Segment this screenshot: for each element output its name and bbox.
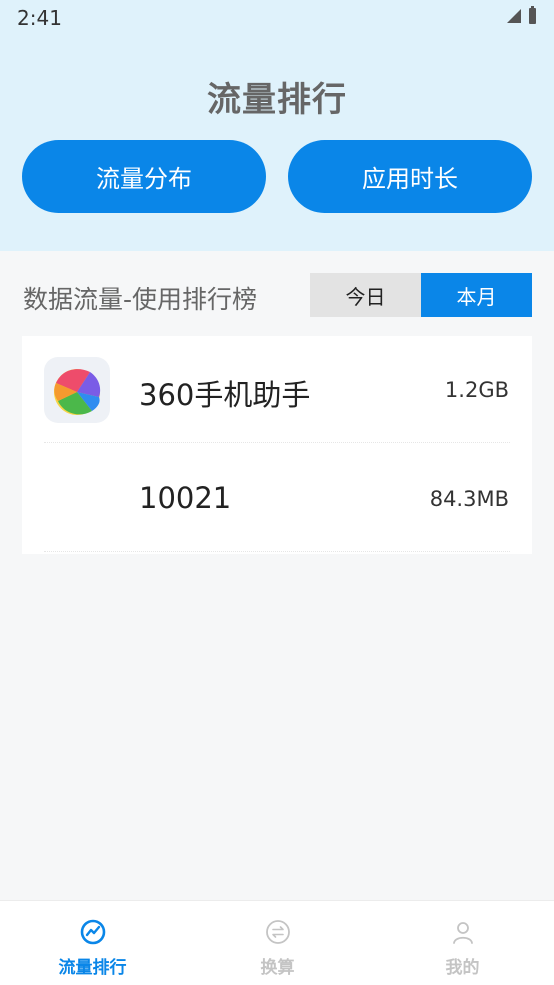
tab-traffic-ranking[interactable]: 流量排行: [0, 901, 185, 985]
battery-icon: [529, 6, 536, 24]
row-divider: [44, 550, 510, 552]
segment-month[interactable]: 本月: [421, 273, 532, 317]
ranking-list: 360手机助手 1.2GB 10021 84.3MB: [22, 336, 532, 554]
app-name: 10021: [139, 481, 232, 515]
status-time: 2:41: [17, 6, 62, 30]
app-usage: 84.3MB: [429, 487, 509, 511]
row-divider: [44, 441, 510, 443]
tab-label: 我的: [445, 958, 480, 978]
page-title: 流量排行: [207, 80, 347, 120]
tab-mine[interactable]: 我的: [370, 901, 554, 985]
traffic-distribution-button[interactable]: 流量分布: [22, 140, 266, 213]
bottom-tab-bar: 流量排行 换算 我的: [0, 900, 554, 985]
tab-label: 换算: [260, 958, 295, 978]
status-icons: [507, 6, 536, 24]
app-name: 360手机助手: [139, 378, 311, 412]
signal-icon: [507, 9, 521, 23]
tab-label: 流量排行: [58, 958, 127, 978]
traffic-chart-icon: [80, 919, 105, 945]
segment-today[interactable]: 今日: [310, 273, 421, 317]
section-title: 数据流量-使用排行榜: [23, 285, 258, 314]
period-segmented-control: 今日 本月: [310, 273, 532, 317]
profile-icon: [452, 922, 473, 944]
360-assistant-icon: [44, 357, 110, 423]
tab-convert[interactable]: 换算: [185, 901, 370, 985]
header-area: 2:41 流量排行 流量分布 应用时长: [0, 0, 554, 251]
convert-icon: [265, 920, 290, 944]
app-duration-button[interactable]: 应用时长: [288, 140, 532, 213]
list-item[interactable]: 10021 84.3MB: [22, 445, 532, 554]
list-item[interactable]: 360手机助手 1.2GB: [22, 336, 532, 445]
app-usage: 1.2GB: [444, 378, 509, 402]
